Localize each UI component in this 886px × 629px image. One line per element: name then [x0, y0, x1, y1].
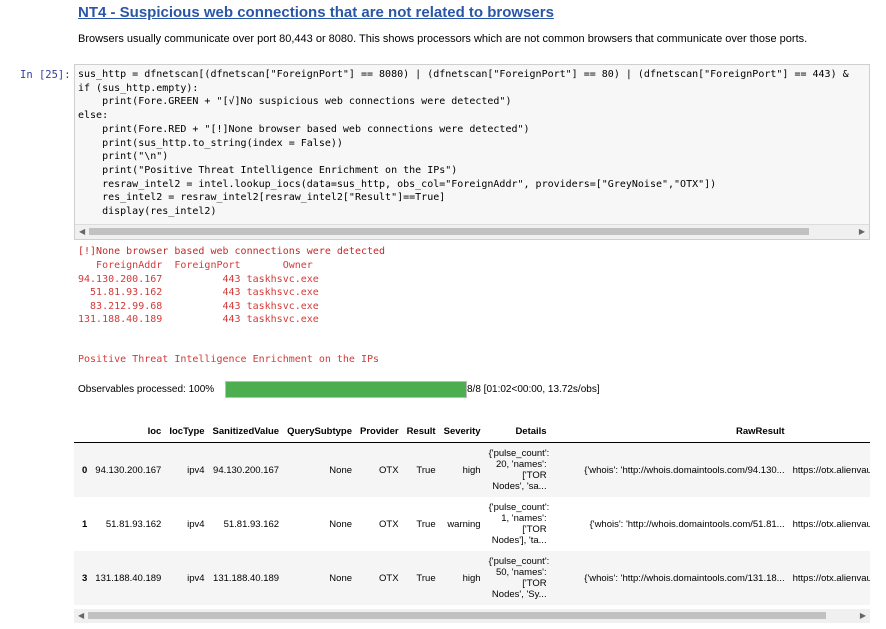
- cell-rawresult: {'whois': 'http://whois.domaintools.com/…: [551, 497, 789, 551]
- cell-result: True: [416, 518, 436, 530]
- details-text: {'pulse_count': 1, 'names': ['TOR Nodes'…: [488, 502, 550, 546]
- row-index: 1: [82, 518, 88, 530]
- table-row: 3 131.188.40.189 ipv4 131.188.40.189 Non…: [74, 551, 870, 605]
- cell-sanitized: 131.188.40.189: [208, 551, 284, 605]
- cell-result: True: [402, 442, 440, 497]
- col-header-provider: Provider: [356, 420, 403, 443]
- col-header-index: [74, 420, 92, 443]
- code-editor[interactable]: sus_http = dfnetscan[(dfnetscan["Foreign…: [78, 68, 849, 219]
- col-header-sanitizedvalue: SanitizedValue: [208, 420, 284, 443]
- cell-severity: high: [439, 551, 485, 605]
- cell-prompt: In [25]:: [20, 69, 71, 81]
- cell-details: {'pulse_count': 1, 'names': ['TOR Nodes'…: [485, 497, 551, 551]
- cell-ioctype: ipv4: [187, 518, 205, 530]
- cell-ioctype: ipv4: [165, 442, 209, 497]
- progress-bar: [225, 381, 467, 398]
- section-description: Browsers usually communicate over port 8…: [78, 33, 808, 45]
- progress-row: Observables processed: 100% 8/8 [01:02<0…: [78, 380, 868, 400]
- scroll-left-icon[interactable]: ◀: [79, 227, 85, 237]
- col-header-querysubtype: QuerySubtype: [283, 420, 357, 443]
- cell-ioc: 51.81.93.162: [105, 518, 162, 530]
- row-index: 3: [74, 551, 92, 605]
- cell-reference: https://otx.alienvault.com/ap: [788, 442, 870, 497]
- table-horizontal-scrollbar[interactable]: ◀ ▶: [74, 609, 870, 623]
- col-header-details: Details: [484, 420, 551, 443]
- cell-details: {'pulse_count': 50, 'names': ['TOR Nodes…: [484, 551, 551, 605]
- results-table: Ioc IocType SanitizedValue QuerySubtype …: [74, 420, 870, 605]
- col-header-result: Result: [402, 420, 440, 443]
- scroll-left-icon[interactable]: ◀: [78, 611, 84, 621]
- cell-severity: warning: [447, 518, 481, 530]
- progress-stats: 8/8 [01:02<00:00, 13.72s/obs]: [467, 384, 600, 395]
- table-header-row: Ioc IocType SanitizedValue QuerySubtype …: [74, 420, 870, 443]
- cell-reference: https://otx.alienvault.com/ap: [792, 518, 870, 530]
- col-header-reference: [788, 420, 870, 443]
- col-header-ioctype: IocType: [165, 420, 209, 443]
- cell-provider: OTX: [356, 551, 403, 605]
- table-row: 1 51.81.93.162 ipv4 51.81.93.162 None OT…: [74, 497, 870, 551]
- cell-subtype: None: [283, 551, 357, 605]
- cell-severity: high: [439, 442, 485, 497]
- scroll-right-icon[interactable]: ▶: [859, 227, 865, 237]
- cell-provider: OTX: [356, 442, 403, 497]
- cell-ioc: 131.188.40.189: [91, 551, 166, 605]
- cell-sanitized: 51.81.93.162: [223, 518, 280, 530]
- scrollbar-thumb[interactable]: [88, 612, 826, 619]
- progress-label: Observables processed: 100%: [78, 384, 215, 395]
- notebook-section-title: NT4 - Suspicious web connections that ar…: [78, 4, 554, 21]
- scroll-right-icon[interactable]: ▶: [860, 611, 866, 621]
- rawresult-text: {'whois': 'http://whois.domaintools.com/…: [584, 572, 785, 584]
- col-header-ioc: Ioc: [91, 420, 166, 443]
- rawresult-text: {'whois': 'http://whois.domaintools.com/…: [584, 464, 785, 476]
- code-horizontal-scrollbar[interactable]: ◀ ▶: [75, 224, 869, 239]
- cell-reference: https://otx.alienvault.com/ap: [788, 551, 870, 605]
- details-text: {'pulse_count': 50, 'names': ['TOR Nodes…: [488, 556, 550, 600]
- row-index: 0: [74, 442, 92, 497]
- rawresult-text: {'whois': 'http://whois.domaintools.com/…: [589, 518, 785, 530]
- cell-rawresult: {'whois': 'http://whois.domaintools.com/…: [550, 551, 789, 605]
- details-text: {'pulse_count': 20, 'names': ['TOR Nodes…: [488, 448, 550, 492]
- cell-sanitized: 94.130.200.167: [208, 442, 284, 497]
- output-warning: [!]None browser based web connections we…: [78, 246, 386, 257]
- cell-ioctype: ipv4: [165, 551, 209, 605]
- cell-details: {'pulse_count': 20, 'names': ['TOR Nodes…: [484, 442, 551, 497]
- col-header-rawresult: RawResult: [550, 420, 789, 443]
- table-row: 0 94.130.200.167 ipv4 94.130.200.167 Non…: [74, 442, 870, 497]
- cell-ioc: 94.130.200.167: [91, 442, 166, 497]
- cell-provider: OTX: [379, 518, 399, 530]
- col-header-severity: Severity: [439, 420, 485, 443]
- output-text-table: ForeignAddr ForeignPort Owner 94.130.200…: [78, 260, 319, 326]
- cell-result: True: [402, 551, 440, 605]
- cell-subtype: None: [329, 518, 353, 530]
- code-cell[interactable]: sus_http = dfnetscan[(dfnetscan["Foreign…: [74, 64, 870, 240]
- scrollbar-thumb[interactable]: [89, 228, 809, 235]
- results-dataframe: Ioc IocType SanitizedValue QuerySubtype …: [74, 420, 870, 610]
- cell-subtype: None: [283, 442, 357, 497]
- enrichment-heading: Positive Threat Intelligence Enrichment …: [78, 354, 380, 365]
- progress-bar-fill: [226, 382, 466, 397]
- cell-rawresult: {'whois': 'http://whois.domaintools.com/…: [550, 442, 789, 497]
